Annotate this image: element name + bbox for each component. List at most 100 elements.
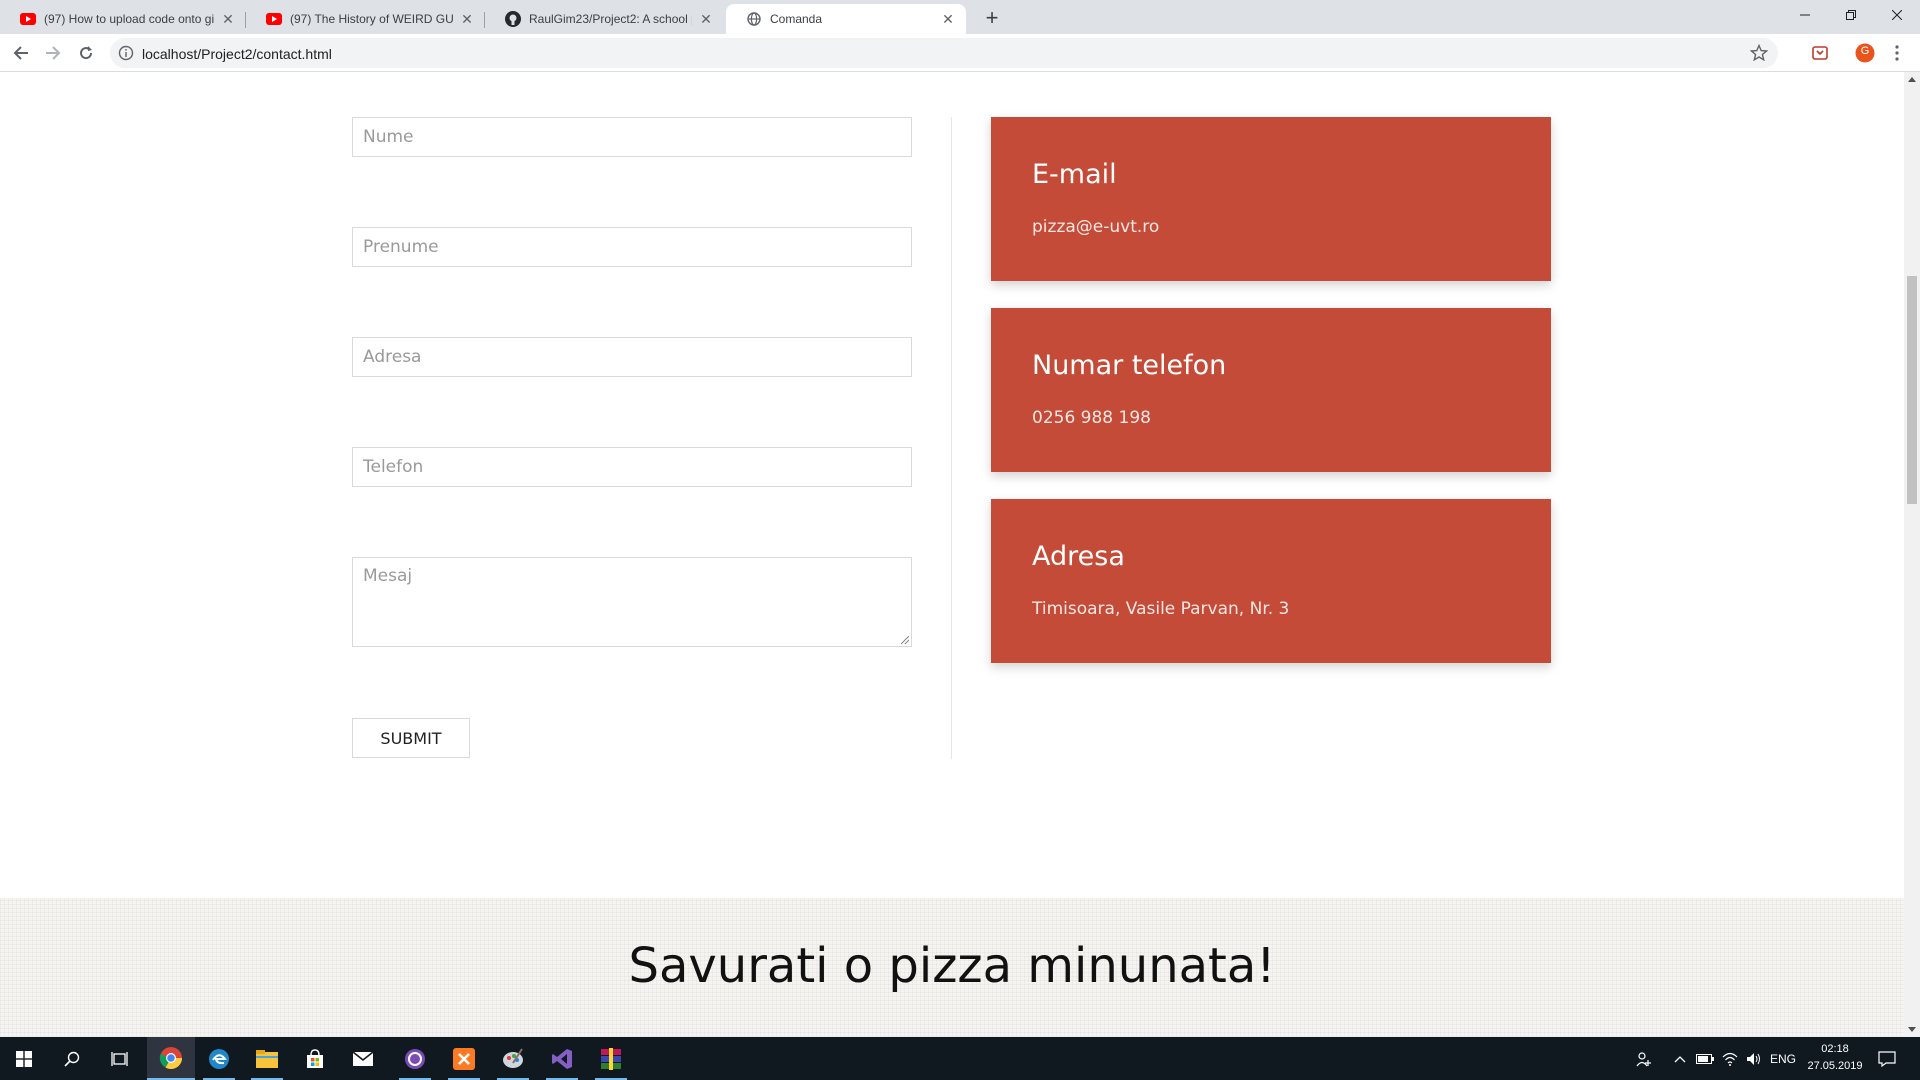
clock-time: 02:18	[1821, 1043, 1849, 1055]
info-icon[interactable]	[118, 45, 134, 61]
taskbar-visual-studio[interactable]	[538, 1037, 586, 1080]
pizza-banner: Savurati o pizza minunata!	[0, 898, 1904, 1037]
taskbar-winrar[interactable]	[587, 1037, 635, 1080]
phone-card: Numar telefon 0256 988 198	[991, 308, 1551, 472]
clock-date: 27.05.2019	[1807, 1060, 1863, 1072]
tab-github[interactable]: RaulGim23/Project2: A school pro ✕	[485, 4, 724, 34]
tab-youtube-upload[interactable]: (97) How to upload code onto gi ✕	[0, 4, 246, 34]
close-tab-icon[interactable]: ✕	[220, 11, 236, 27]
media-icon	[405, 1048, 425, 1069]
language-indicator[interactable]: ENG	[1770, 1037, 1798, 1080]
adresa-input[interactable]: Adresa	[352, 337, 912, 377]
browser-toolbar: localhost/Project2/contact.html G	[0, 34, 1920, 72]
search-button[interactable]	[48, 1037, 96, 1080]
pocket-extension-icon[interactable]	[1809, 42, 1831, 64]
store-icon	[307, 1048, 323, 1068]
wifi-icon[interactable]	[1722, 1037, 1742, 1080]
winrar-icon	[601, 1047, 621, 1070]
start-button[interactable]	[0, 1037, 48, 1080]
forward-arrow-icon	[46, 46, 61, 60]
adresa-placeholder: Adresa	[363, 347, 422, 367]
forward-button[interactable]	[39, 39, 67, 67]
page-viewport: Nume Prenume Adresa Telefon Mesaj SUBMIT…	[0, 72, 1904, 1037]
url-text: localhost/Project2/contact.html	[142, 46, 332, 62]
taskbar-media[interactable]	[391, 1037, 439, 1080]
telefon-input[interactable]: Telefon	[352, 447, 912, 487]
close-icon	[1892, 10, 1902, 20]
scroll-up-icon[interactable]	[1908, 77, 1916, 82]
submit-button[interactable]: SUBMIT	[352, 718, 470, 758]
battery-icon[interactable]	[1696, 1037, 1716, 1080]
back-button[interactable]	[7, 39, 35, 67]
new-tab-button[interactable]: +	[978, 5, 1006, 30]
nume-input[interactable]: Nume	[352, 117, 912, 157]
back-arrow-icon	[13, 46, 28, 60]
visual-studio-icon	[552, 1048, 572, 1069]
taskbar-mail[interactable]	[339, 1037, 387, 1080]
taskbar-store[interactable]	[291, 1037, 339, 1080]
scrollbar-thumb[interactable]	[1907, 276, 1917, 504]
prenume-input[interactable]: Prenume	[352, 227, 912, 267]
tab-strip: (97) How to upload code onto gi ✕ (97) T…	[0, 0, 1920, 34]
globe-icon	[746, 11, 762, 27]
scroll-down-icon[interactable]	[1908, 1027, 1916, 1032]
nume-placeholder: Nume	[363, 127, 414, 147]
profile-initial: G	[1860, 45, 1870, 57]
mesaj-textarea[interactable]: Mesaj	[352, 557, 912, 647]
task-view-button[interactable]	[96, 1037, 144, 1080]
bookmark-star-icon[interactable]	[1749, 43, 1769, 62]
task-view-icon	[111, 1051, 128, 1066]
tab-title: (97) How to upload code onto gi	[44, 12, 214, 26]
banner-heading: Savurati o pizza minunata!	[628, 938, 1276, 994]
close-tab-icon[interactable]: ✕	[940, 11, 956, 27]
address-card: Adresa Timisoara, Vasile Parvan, Nr. 3	[991, 499, 1551, 663]
search-icon	[64, 1051, 80, 1067]
close-tab-icon[interactable]: ✕	[459, 11, 475, 27]
tab-title: RaulGim23/Project2: A school pro	[529, 12, 692, 26]
taskbar-xampp[interactable]	[440, 1037, 488, 1080]
xampp-icon	[453, 1047, 475, 1070]
volume-icon[interactable]	[1746, 1037, 1766, 1080]
email-card: E-mail pizza@e-uvt.ro	[991, 117, 1551, 281]
taskbar-paint[interactable]	[489, 1037, 537, 1080]
prenume-placeholder: Prenume	[363, 237, 439, 257]
minimize-button[interactable]	[1782, 0, 1828, 30]
taskbar-clock[interactable]: 02:18 27.05.2019	[1800, 1041, 1870, 1075]
minimize-icon	[1800, 14, 1810, 16]
taskbar-file-explorer[interactable]	[243, 1037, 291, 1080]
notification-center-icon[interactable]	[1878, 1037, 1900, 1080]
restore-icon	[1846, 10, 1856, 20]
edge-icon	[209, 1048, 229, 1069]
chrome-icon	[159, 1046, 182, 1069]
reload-icon	[80, 46, 93, 60]
profile-avatar[interactable]: G	[1854, 42, 1876, 64]
close-window-button[interactable]	[1874, 0, 1920, 30]
tab-title: Comanda	[770, 12, 823, 26]
file-explorer-icon	[256, 1049, 278, 1068]
phone-card-title: Numar telefon	[1032, 350, 1227, 381]
youtube-icon	[20, 11, 36, 27]
github-icon	[505, 11, 521, 27]
taskbar-edge[interactable]	[195, 1037, 243, 1080]
resize-handle-icon[interactable]	[901, 636, 909, 644]
restore-button[interactable]	[1828, 0, 1874, 30]
mesaj-placeholder: Mesaj	[363, 566, 413, 586]
email-card-value: pizza@e-uvt.ro	[1032, 217, 1160, 237]
address-bar[interactable]: localhost/Project2/contact.html	[110, 38, 1778, 68]
tab-youtube-guns[interactable]: (97) The History of WEIRD GUNS ✕	[246, 4, 485, 34]
address-card-value: Timisoara, Vasile Parvan, Nr. 3	[1032, 599, 1290, 619]
column-divider	[951, 117, 952, 759]
tab-title: (97) The History of WEIRD GUNS	[290, 12, 453, 26]
chevron-up-icon[interactable]	[1674, 1037, 1690, 1080]
phone-card-value: 0256 988 198	[1032, 408, 1151, 428]
chrome-menu-icon[interactable]	[1886, 42, 1908, 64]
close-tab-icon[interactable]: ✕	[698, 11, 714, 27]
tab-comanda[interactable]: Comanda ✕	[726, 4, 966, 34]
windows-logo-icon	[16, 1050, 32, 1067]
page-scrollbar[interactable]	[1904, 72, 1920, 1037]
windows-taskbar: ENG 02:18 27.05.2019	[0, 1037, 1920, 1080]
people-icon[interactable]	[1636, 1037, 1660, 1080]
reload-button[interactable]	[72, 39, 100, 67]
taskbar-chrome[interactable]	[147, 1037, 195, 1080]
email-card-title: E-mail	[1032, 159, 1117, 190]
